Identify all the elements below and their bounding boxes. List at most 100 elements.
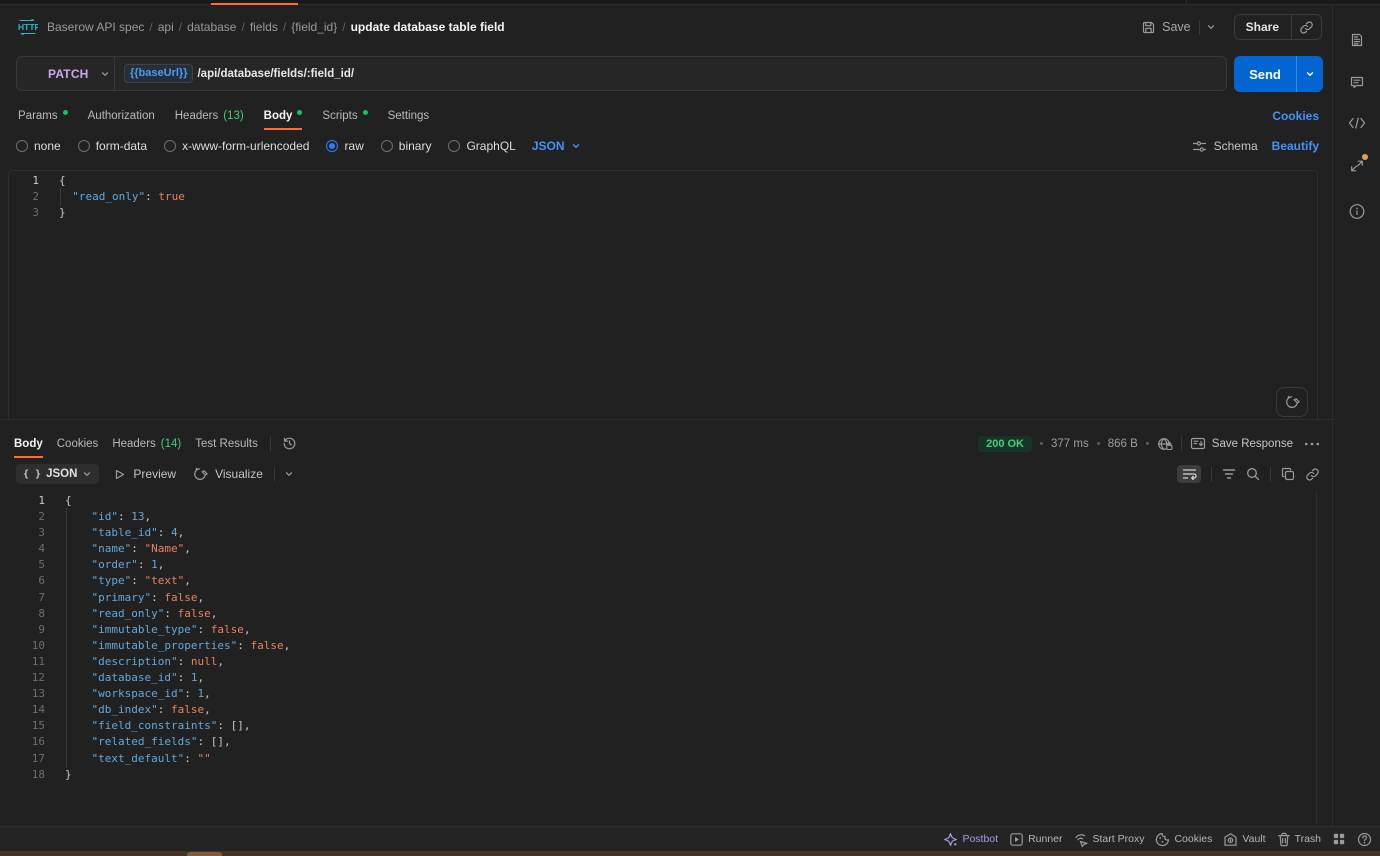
request-tab-scripts[interactable]: Scripts bbox=[322, 101, 367, 130]
link-button[interactable] bbox=[1305, 467, 1320, 482]
format-options-button[interactable] bbox=[284, 469, 294, 479]
share-button[interactable]: Share bbox=[1235, 20, 1291, 34]
body-language-select[interactable]: JSON bbox=[532, 139, 581, 153]
postbot-fix-button[interactable] bbox=[1276, 387, 1308, 417]
statusbar-runner[interactable]: Runner bbox=[1009, 832, 1062, 847]
statusbar-grid-button[interactable] bbox=[1332, 832, 1346, 846]
line-number: 1 bbox=[9, 173, 39, 189]
documentation-sidebar-button[interactable] bbox=[1349, 32, 1365, 48]
environment-variable-chip[interactable]: {{baseUrl}} bbox=[124, 64, 193, 83]
cookies-link[interactable]: Cookies bbox=[1272, 101, 1319, 130]
send-options-button[interactable] bbox=[1297, 56, 1323, 92]
wrap-text-button[interactable] bbox=[1177, 465, 1201, 483]
code-line[interactable]: 2 "read_only": true bbox=[9, 189, 1317, 205]
body-type-raw[interactable]: raw bbox=[326, 139, 363, 153]
code-line[interactable]: 8 "read_only": false, bbox=[0, 606, 1316, 622]
language-label: JSON bbox=[532, 139, 565, 153]
request-body-editor[interactable]: 1{2 "read_only": true3} bbox=[8, 170, 1318, 419]
code-sidebar-button[interactable] bbox=[1348, 117, 1366, 129]
response-tab-cookies[interactable]: Cookies bbox=[57, 429, 99, 458]
filter-button[interactable] bbox=[1222, 468, 1236, 480]
statusbar-help-button[interactable] bbox=[1357, 832, 1372, 847]
code-line[interactable]: 12 "database_id": 1, bbox=[0, 670, 1316, 686]
body-type-form-data[interactable]: form-data bbox=[78, 139, 147, 153]
code-line[interactable]: 1{ bbox=[9, 173, 1317, 189]
body-type-binary[interactable]: binary bbox=[381, 139, 432, 153]
request-tab-settings[interactable]: Settings bbox=[388, 101, 430, 130]
code-line[interactable]: 14 "db_index": false, bbox=[0, 702, 1316, 718]
body-type-x-www-form-urlencoded[interactable]: x-www-form-urlencoded bbox=[164, 139, 309, 153]
response-tab-test-results[interactable]: Test Results bbox=[195, 429, 258, 458]
help-icon bbox=[1357, 832, 1372, 847]
code-line[interactable]: 13 "workspace_id": 1, bbox=[0, 686, 1316, 702]
breadcrumb-separator: / bbox=[179, 20, 182, 34]
info-sidebar-button[interactable] bbox=[1348, 203, 1365, 220]
statusbar-start-proxy[interactable]: Start Proxy bbox=[1074, 832, 1145, 847]
response-scrollbar-track[interactable] bbox=[1316, 490, 1317, 824]
search-button[interactable] bbox=[1246, 467, 1260, 481]
code-line[interactable]: 11 "description": null, bbox=[0, 654, 1316, 670]
request-tab-authorization[interactable]: Authorization bbox=[88, 101, 155, 130]
body-type-none[interactable]: none bbox=[16, 139, 61, 153]
tab-label: Scripts bbox=[322, 110, 357, 122]
beautify-link[interactable]: Beautify bbox=[1272, 139, 1319, 153]
code-line[interactable]: 3 "table_id": 4, bbox=[0, 525, 1316, 541]
code-line[interactable]: 10 "immutable_properties": false, bbox=[0, 638, 1316, 654]
code-line[interactable]: 5 "order": 1, bbox=[0, 557, 1316, 573]
save-button[interactable]: Save bbox=[1141, 20, 1199, 35]
response-tab-body[interactable]: Body bbox=[14, 429, 43, 458]
save-response-button[interactable]: Save Response bbox=[1190, 437, 1293, 450]
response-tab-headers[interactable]: Headers(14) bbox=[112, 429, 181, 458]
code-line[interactable]: 18} bbox=[0, 767, 1316, 783]
line-number: 12 bbox=[0, 670, 45, 686]
request-tab-params[interactable]: Params bbox=[18, 101, 68, 130]
breadcrumb-folder[interactable]: database bbox=[187, 20, 236, 34]
code-line[interactable]: 6 "type": "text", bbox=[0, 573, 1316, 589]
statusbar-vault[interactable]: Vault bbox=[1223, 832, 1265, 847]
body-type-graphql[interactable]: GraphQL bbox=[448, 139, 515, 153]
response-time[interactable]: 377 ms bbox=[1051, 438, 1089, 450]
comments-sidebar-button[interactable] bbox=[1349, 74, 1365, 90]
request-tab-headers[interactable]: Headers(13) bbox=[175, 101, 244, 130]
code-line[interactable]: 9 "immutable_type": false, bbox=[0, 622, 1316, 638]
network-info-button[interactable] bbox=[1157, 437, 1173, 451]
code-line[interactable]: 15 "field_constraints": [], bbox=[0, 718, 1316, 734]
send-button[interactable]: Send bbox=[1234, 56, 1296, 92]
code-line[interactable]: 2 "id": 13, bbox=[0, 509, 1316, 525]
copy-link-button[interactable] bbox=[1292, 20, 1321, 35]
request-response-divider[interactable] bbox=[0, 419, 1332, 420]
code-line[interactable]: 4 "name": "Name", bbox=[0, 541, 1316, 557]
request-tab-body[interactable]: Body bbox=[264, 101, 303, 130]
copy-button[interactable] bbox=[1281, 467, 1295, 481]
visualize-button[interactable]: Visualize bbox=[192, 466, 263, 482]
statusbar-postbot[interactable]: Postbot bbox=[943, 832, 998, 847]
preview-button[interactable]: Preview bbox=[113, 467, 176, 481]
code-line[interactable]: 17 "text_default": "" bbox=[0, 751, 1316, 767]
response-size[interactable]: 866 B bbox=[1108, 438, 1138, 450]
method-select[interactable]: PATCH bbox=[17, 67, 114, 81]
response-more-actions-button[interactable] bbox=[1301, 442, 1320, 446]
save-options-button[interactable] bbox=[1200, 22, 1222, 32]
breadcrumb-folder[interactable]: fields bbox=[250, 20, 278, 34]
statusbar-trash[interactable]: Trash bbox=[1277, 832, 1321, 847]
statusbar-cookies[interactable]: Cookies bbox=[1155, 832, 1212, 847]
schema-button[interactable]: Schema bbox=[1192, 139, 1258, 153]
status-badge[interactable]: 200 OK bbox=[978, 436, 1032, 452]
url-path: /api/database/fields/:field_id/ bbox=[197, 68, 354, 80]
pull-requests-sidebar-button[interactable] bbox=[1349, 158, 1365, 174]
code-line[interactable]: 3} bbox=[9, 205, 1317, 221]
code-line[interactable]: 1{ bbox=[0, 493, 1316, 509]
code-line[interactable]: 7 "primary": false, bbox=[0, 590, 1316, 606]
response-format-select[interactable]: { } JSON bbox=[16, 464, 99, 484]
statusbar-label: Postbot bbox=[962, 833, 998, 845]
breadcrumb-folder[interactable]: api bbox=[158, 20, 174, 34]
url-input[interactable]: {{baseUrl}} /api/database/fields/:field_… bbox=[115, 64, 354, 83]
breadcrumb-folder[interactable]: {field_id} bbox=[291, 20, 337, 34]
response-history-button[interactable] bbox=[282, 436, 297, 451]
breadcrumb-collection[interactable]: Baserow API spec bbox=[47, 20, 144, 34]
code-line[interactable]: 16 "related_fields": [], bbox=[0, 734, 1316, 750]
svg-text:HTTP: HTTP bbox=[18, 22, 38, 32]
response-body-viewer[interactable]: 1{2 "id": 13,3 "table_id": 4,4 "name": "… bbox=[0, 489, 1316, 827]
tab-modified-dot bbox=[363, 110, 368, 115]
link-icon bbox=[1305, 467, 1320, 482]
